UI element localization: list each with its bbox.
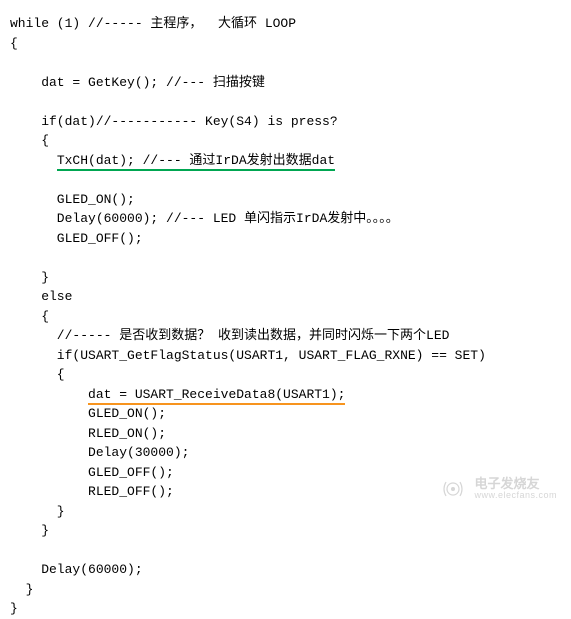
code-line: } [10, 601, 18, 616]
code-line: //----- 是否收到数据？ 收到读出数据，并同时闪烁一下两个LED [10, 328, 449, 343]
logo-icon [440, 476, 466, 502]
code-line: GLED_OFF(); [10, 465, 174, 480]
code-line: RLED_OFF(); [10, 484, 174, 499]
watermark-en: www.elecfans.com [474, 491, 557, 501]
code-line: GLED_ON(); [10, 406, 166, 421]
code-block: while (1) //----- 主程序， 大循环 LOOP { dat = … [10, 14, 561, 619]
watermark: 电子发烧友 www.elecfans.com [440, 476, 557, 502]
watermark-cn: 电子发烧友 [474, 477, 557, 491]
code-line: GLED_ON(); [10, 192, 135, 207]
code-line: TxCH(dat); //--- 通过IrDA发射出数据dat [10, 153, 335, 171]
code-line: RLED_ON(); [10, 426, 166, 441]
code-line: } [10, 270, 49, 285]
code-line: while (1) //----- 主程序， 大循环 LOOP [10, 16, 296, 31]
code-line: { [10, 309, 49, 324]
code-line: { [10, 367, 65, 382]
highlight-orange: dat = USART_ReceiveData8(USART1); [88, 387, 345, 405]
code-line: Delay(60000); //--- LED 单闪指示IrDA发射中。。。。 [10, 211, 399, 226]
code-line: else [10, 289, 72, 304]
code-line: if(dat)//----------- Key(S4) is press? [10, 114, 338, 129]
code-line: GLED_OFF(); [10, 231, 143, 246]
code-line: } [10, 504, 65, 519]
code-line: dat = GetKey(); //--- 扫描按键 [10, 75, 265, 90]
watermark-text: 电子发烧友 www.elecfans.com [474, 477, 557, 501]
code-line: } [10, 582, 33, 597]
code-line: { [10, 36, 18, 51]
code-line: if(USART_GetFlagStatus(USART1, USART_FLA… [10, 348, 486, 363]
code-line: Delay(60000); [10, 562, 143, 577]
code-line: { [10, 133, 49, 148]
code-line: Delay(30000); [10, 445, 189, 460]
code-line: } [10, 523, 49, 538]
highlight-green: TxCH(dat); //--- 通过IrDA发射出数据dat [57, 153, 335, 171]
code-line: dat = USART_ReceiveData8(USART1); [10, 387, 345, 405]
